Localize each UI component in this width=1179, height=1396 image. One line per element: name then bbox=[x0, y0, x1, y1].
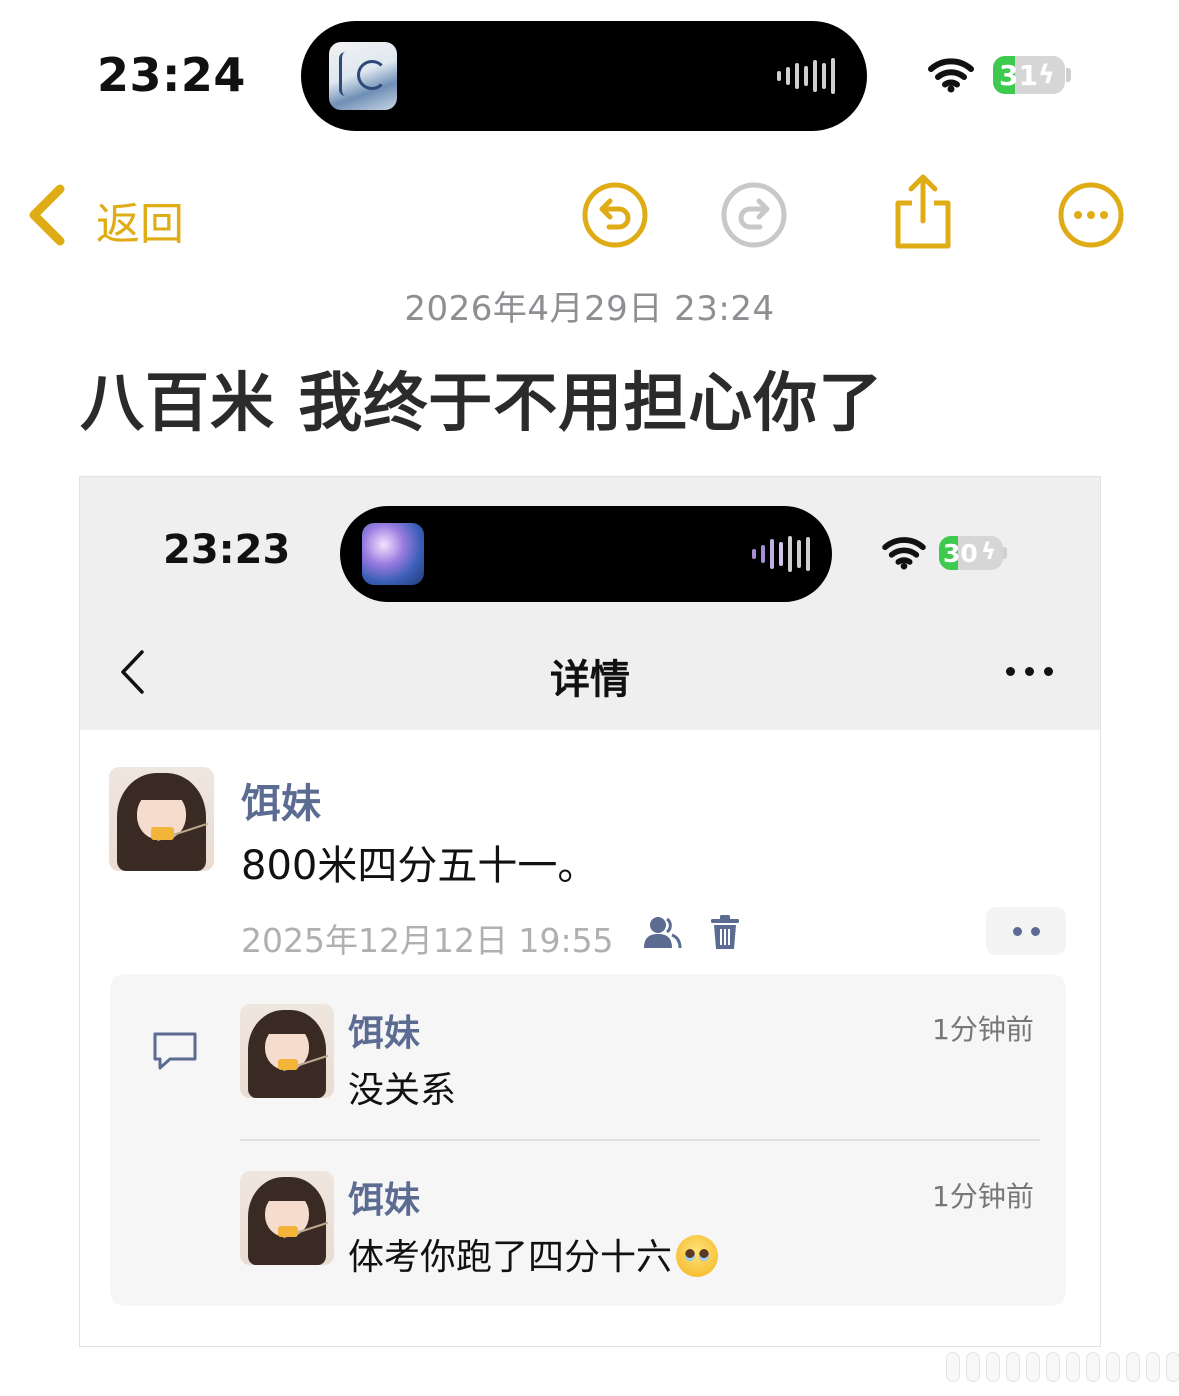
screenshot-battery-cap bbox=[1003, 547, 1007, 559]
comment-author-avatar bbox=[240, 1171, 334, 1265]
comment-text-row: 体考你跑了四分十六 bbox=[348, 1228, 719, 1280]
post-text: 800米四分五十一。 bbox=[241, 843, 598, 889]
audio-waveform-icon bbox=[777, 58, 835, 94]
album-art-thumbnail bbox=[329, 42, 397, 110]
comment-author-name: 饵妹 bbox=[348, 1180, 421, 1221]
redo-icon[interactable] bbox=[720, 181, 788, 249]
post-author-avatar bbox=[109, 767, 214, 871]
battery-cap bbox=[1066, 68, 1071, 82]
comment-bubble-icon bbox=[153, 1032, 197, 1070]
post-actions-button bbox=[986, 907, 1066, 955]
screenshot-header-area: 23:23 30 ϟ 详情 bbox=[80, 477, 1100, 730]
screenshot-dynamic-island bbox=[340, 506, 832, 602]
post-author-name: 饵妹 bbox=[241, 781, 321, 827]
more-options-icon[interactable] bbox=[1057, 181, 1125, 249]
visibility-friends-icon bbox=[644, 917, 682, 949]
dynamic-island[interactable] bbox=[301, 21, 867, 131]
delete-trash-icon bbox=[711, 915, 739, 949]
status-time: 23:24 bbox=[97, 48, 246, 102]
charging-bolt-icon: ϟ bbox=[1037, 60, 1055, 90]
comment-author-avatar bbox=[240, 1004, 334, 1098]
screenshot-more-icon bbox=[1006, 667, 1053, 676]
wifi-icon bbox=[928, 58, 974, 93]
battery-indicator: 31 ϟ bbox=[993, 56, 1065, 94]
comment-text: 体考你跑了四分十六 bbox=[348, 1237, 673, 1278]
watermark-icon bbox=[946, 1352, 1179, 1382]
undo-icon[interactable] bbox=[581, 181, 649, 249]
screenshot-audio-waveform-icon bbox=[752, 536, 810, 572]
post-timestamp: 2025年12月12日 19:55 bbox=[241, 921, 614, 960]
back-chevron-icon[interactable] bbox=[24, 183, 68, 247]
comment-author-name: 饵妹 bbox=[348, 1013, 421, 1054]
screenshot-battery-indicator: 30 ϟ bbox=[939, 536, 1003, 570]
comment-divider bbox=[240, 1139, 1040, 1141]
battery-percent: 31 bbox=[999, 58, 1038, 92]
screenshot-album-art bbox=[362, 523, 424, 585]
screenshot-wifi-icon bbox=[882, 537, 926, 570]
note-date: 2026年4月29日 23:24 bbox=[404, 289, 775, 329]
screenshot-status-time: 23:23 bbox=[163, 527, 291, 573]
back-button[interactable]: 返回 bbox=[96, 188, 184, 252]
comments-section: 饵妹 1分钟前 没关系 饵妹 1分钟前 体考你跑了四分十六 bbox=[110, 974, 1066, 1306]
comment-timestamp: 1分钟前 bbox=[932, 1180, 1034, 1213]
screenshot-battery-percent: 30 bbox=[943, 538, 978, 568]
pleading-face-emoji-icon bbox=[676, 1235, 719, 1277]
comment-timestamp: 1分钟前 bbox=[932, 1013, 1034, 1046]
embedded-screenshot[interactable]: 23:23 30 ϟ 详情 饵妹 800米四分五十一。 2025年12月12日 … bbox=[79, 476, 1101, 1347]
comment-text: 没关系 bbox=[348, 1070, 457, 1111]
screenshot-page-title: 详情 bbox=[550, 657, 630, 703]
screenshot-charging-bolt-icon: ϟ bbox=[980, 539, 996, 565]
note-title[interactable]: 八百米 我终于不用担心你了 bbox=[80, 352, 883, 444]
share-icon[interactable] bbox=[892, 173, 954, 251]
